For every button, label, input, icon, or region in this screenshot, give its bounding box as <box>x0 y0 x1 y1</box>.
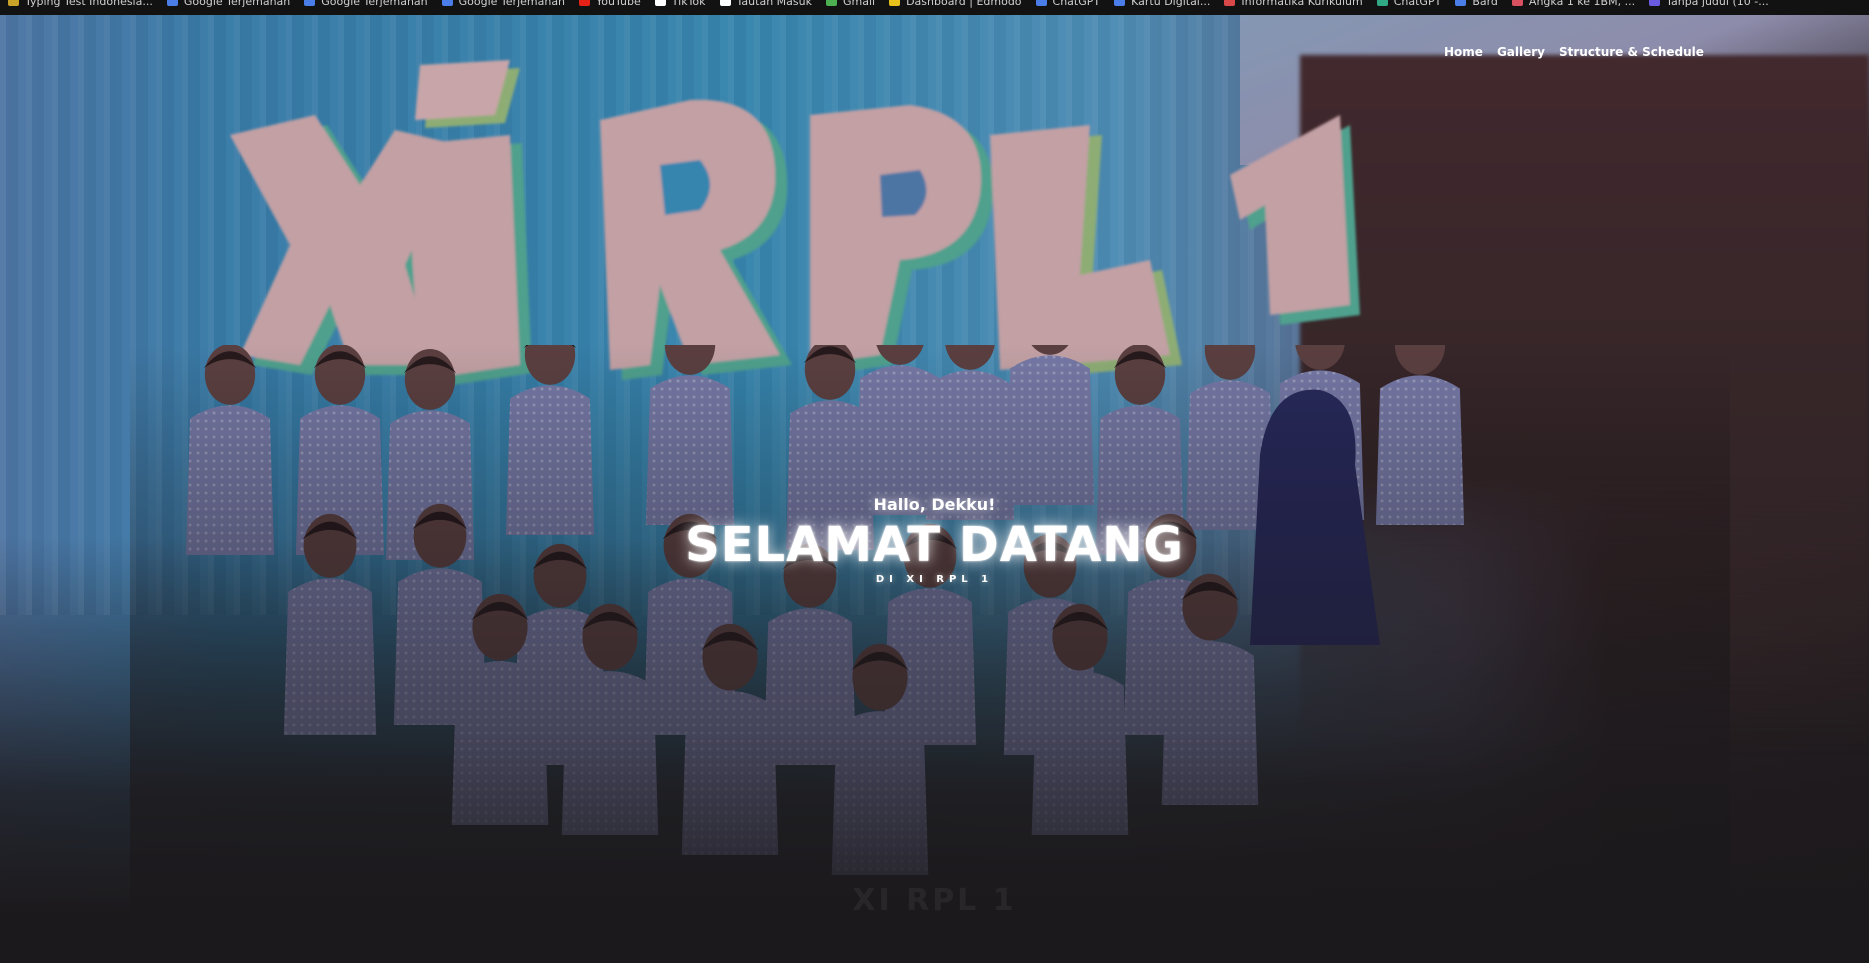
card-icon <box>1114 0 1126 6</box>
bookmark-item[interactable]: Google Terjemahan <box>304 0 428 8</box>
youtube-icon <box>579 0 591 6</box>
bookmark-item[interactable]: Google Terjemahan <box>441 0 566 8</box>
bookmark-item[interactable]: ChatGPT <box>1035 0 1101 8</box>
bookmark-item[interactable]: Typing Test Indonesia... <box>8 0 153 7</box>
bookmark-label: Google Terjemahan <box>183 0 291 8</box>
bookmark-label: Google Terjemahan <box>321 0 428 8</box>
bookmark-label: Google Terjemahan <box>458 0 566 8</box>
bookmark-item[interactable]: Bard <box>1455 0 1498 7</box>
chatgpt-icon <box>1376 0 1388 6</box>
nav-home-link[interactable]: Home <box>1444 45 1483 59</box>
tiktok-icon <box>654 0 666 6</box>
bookmark-label: Kartu Digital... <box>1131 0 1211 8</box>
hero-section: Home Gallery Structure & Schedule Hallo,… <box>0 15 1869 963</box>
keyboard-icon <box>8 0 19 6</box>
hero-greeting: Hallo, Dekku! <box>873 495 996 514</box>
dashboard-icon <box>889 0 901 6</box>
bookmark-item[interactable]: Google Terjemahan <box>166 0 291 8</box>
bookmark-label: Bard <box>1472 0 1498 8</box>
bookmarks-bar: Typing Test Indonesia... Google Terjemaha… <box>0 0 1869 15</box>
bookmark-item[interactable]: Dashboard | Edmodo <box>889 0 1022 8</box>
bookmark-label: Tautan Masuk <box>736 0 812 8</box>
bookmark-label: Angka 1 ke 1BM, ... <box>1528 0 1636 8</box>
hero-subtitle: DI XI RPL 1 <box>875 574 994 585</box>
bookmark-label: Dashboard | Edmodo <box>906 0 1022 8</box>
bookmark-item[interactable]: Tanpa judul (10 -... <box>1649 0 1769 7</box>
page-icon <box>719 0 731 6</box>
translate-icon <box>304 0 316 6</box>
chat-icon <box>1035 0 1047 6</box>
bookmark-item[interactable]: ChatGPT <box>1376 0 1442 8</box>
bookmark-label: TikTok <box>671 0 706 8</box>
bookmark-label: Tanpa judul (10 -... <box>1666 0 1769 8</box>
bookmark-item[interactable]: Informatika Kurikulum <box>1224 0 1363 8</box>
bookmark-icon <box>1511 0 1523 6</box>
main-nav: Home Gallery Structure & Schedule <box>1444 45 1704 59</box>
bookmark-item[interactable]: Angka 1 ke 1BM, ... <box>1511 0 1636 8</box>
bookmark-item[interactable]: Kartu Digital... <box>1114 0 1210 7</box>
bookmark-label: Informatika Kurikulum <box>1241 0 1363 8</box>
doc-icon <box>1649 0 1661 6</box>
translate-icon <box>441 0 453 6</box>
nav-gallery-link[interactable]: Gallery <box>1497 45 1545 59</box>
ghost-watermark: XI RPL 1 <box>852 883 1017 918</box>
bookmark-item[interactable]: Gmail <box>825 0 876 8</box>
bookmark-label: ChatGPT <box>1052 0 1101 8</box>
bookmark-label: Typing Test Indonesia... <box>25 0 153 8</box>
hero-overlay <box>0 15 1869 963</box>
bookmark-label: ChatGPT <box>1393 0 1442 8</box>
bookmark-item[interactable]: Tautan Masuk <box>719 0 812 8</box>
gmail-icon <box>825 0 837 6</box>
bookmark-label: Gmail <box>842 0 876 8</box>
translate-icon <box>166 0 178 6</box>
hero-headline: SELAMAT DATANG <box>685 517 1184 573</box>
nav-structure-schedule-link[interactable]: Structure & Schedule <box>1559 45 1704 59</box>
book-icon <box>1224 0 1236 6</box>
bard-icon <box>1455 0 1467 6</box>
bookmark-item[interactable]: YouTube <box>579 0 641 7</box>
bookmark-label: YouTube <box>596 0 641 8</box>
bookmark-item[interactable]: TikTok <box>654 0 706 8</box>
